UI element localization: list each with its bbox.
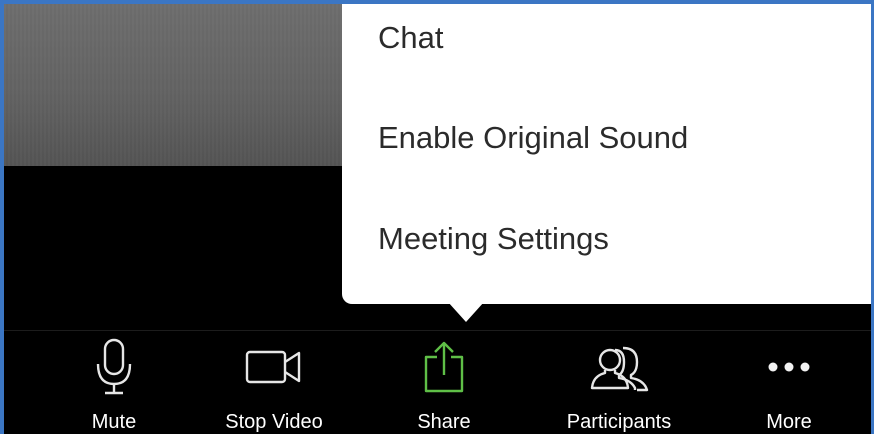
- menu-item-chat[interactable]: Chat: [378, 8, 443, 68]
- microphone-icon: [64, 337, 164, 397]
- menu-item-meeting-settings[interactable]: Meeting Settings: [378, 209, 609, 269]
- app-window: Chat Enable Original Sound Meeting Setti…: [0, 0, 874, 434]
- video-camera-icon: [204, 337, 344, 397]
- participants-icon: [544, 337, 694, 397]
- more-button[interactable]: More: [739, 331, 839, 434]
- menu-item-enable-original-sound[interactable]: Enable Original Sound: [378, 108, 688, 168]
- meeting-toolbar: Mute Stop Video Share Participants More: [4, 330, 871, 434]
- mute-button[interactable]: Mute: [64, 331, 164, 434]
- more-dots-icon: [739, 337, 839, 397]
- share-label: Share: [417, 411, 471, 433]
- stop-video-label: Stop Video: [225, 411, 323, 433]
- participants-button[interactable]: Participants: [544, 331, 694, 434]
- share-button[interactable]: Share: [394, 331, 494, 434]
- more-label: More: [766, 411, 812, 433]
- mute-label: Mute: [91, 411, 137, 433]
- menu-pointer: [448, 302, 484, 322]
- stop-video-button[interactable]: Stop Video: [204, 331, 344, 434]
- participants-label: Participants: [566, 411, 672, 433]
- more-menu: Chat Enable Original Sound Meeting Setti…: [342, 4, 871, 304]
- video-feed: [4, 4, 364, 166]
- share-icon: [394, 337, 494, 397]
